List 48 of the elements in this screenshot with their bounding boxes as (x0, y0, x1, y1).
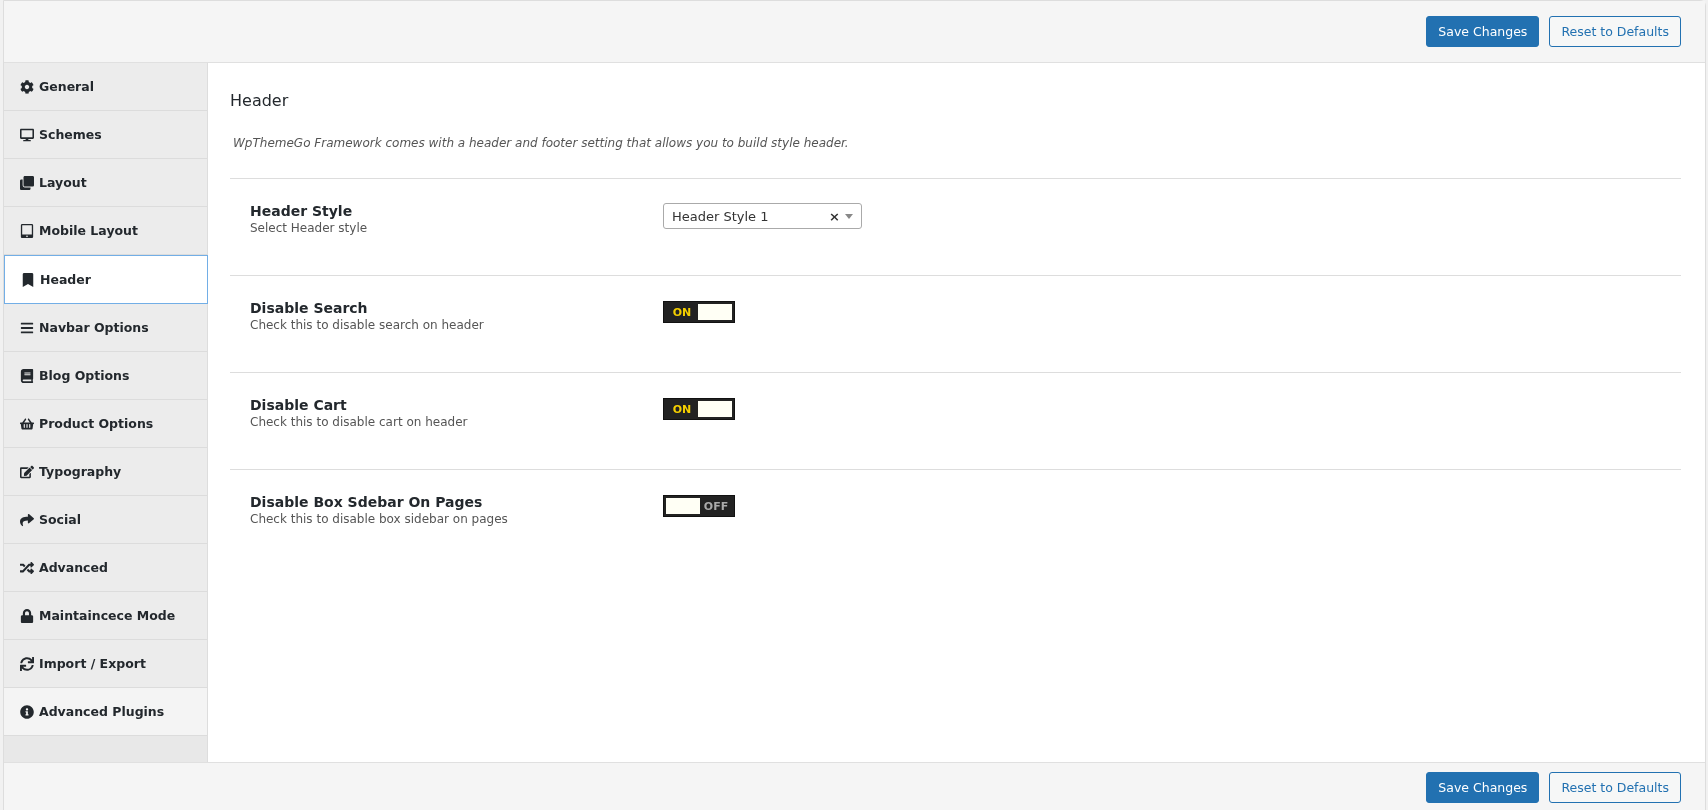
setting-hint: Check this to disable search on header (250, 318, 485, 332)
setting-label: Disable Box Sdebar On Pages (250, 494, 484, 510)
shuffle-icon (20, 560, 34, 575)
sidebar-item[interactable]: Header (4, 255, 208, 304)
bookmark-icon (21, 272, 35, 287)
sync-icon (20, 656, 34, 671)
section-description: WpThemeGo Framework comes with a header and footer setting that allows you to build style header. (233, 136, 850, 150)
monitor-icon (20, 127, 34, 142)
sidebar-item[interactable]: Blog Options (4, 352, 207, 400)
setting-label: Disable Search (250, 300, 369, 316)
share-icon (20, 512, 34, 527)
toggle-switch[interactable]: ON (663, 398, 735, 420)
reset-button[interactable]: Reset to Defaults (1549, 771, 1681, 803)
setting-label: Header Style (250, 203, 354, 219)
reset-button[interactable]: Reset to Defaults (1549, 16, 1681, 47)
save-button[interactable]: Save Changes (1426, 16, 1540, 47)
toggle-switch[interactable]: ON (663, 301, 735, 323)
clear-icon[interactable]: × (829, 208, 840, 224)
copy-icon (20, 175, 34, 190)
lock-icon (20, 608, 34, 623)
sidebar-item[interactable]: Maintaincece Mode (4, 592, 207, 640)
caret-icon (845, 213, 853, 219)
section-title: Header (230, 91, 290, 110)
setting-hint: Select Header style (250, 221, 369, 235)
tablet-icon (20, 223, 34, 238)
sidebar-item[interactable]: Advanced Plugins (4, 688, 207, 736)
info-icon (20, 704, 34, 719)
setting-hint: Check this to disable box sidebar on pages (250, 512, 509, 526)
sidebar-item[interactable]: Product Options (4, 400, 207, 448)
basket-icon (20, 416, 34, 431)
toggle-switch[interactable]: OFF (663, 495, 735, 517)
sidebar-item[interactable]: Schemes (4, 111, 207, 159)
save-button[interactable]: Save Changes (1426, 771, 1540, 803)
menu-icon (20, 320, 34, 335)
book-icon (20, 368, 34, 383)
sidebar-item[interactable]: Social (4, 496, 207, 544)
sidebar-item[interactable]: Typography (4, 448, 207, 496)
sidebar-item[interactable]: Mobile Layout (4, 207, 207, 255)
select-field[interactable]: Header Style 1 × (663, 203, 862, 229)
edit-icon (20, 464, 34, 479)
sidebar-item[interactable]: Navbar Options (4, 304, 207, 352)
sidebar-item[interactable]: Advanced (4, 544, 207, 592)
sidebar-item[interactable]: Import / Export (4, 640, 207, 688)
setting-hint: Check this to disable cart on header (250, 415, 469, 429)
sidebar-item[interactable]: General (4, 63, 207, 111)
setting-label: Disable Cart (250, 397, 348, 413)
gear-icon (20, 79, 34, 94)
sidebar-item[interactable]: Layout (4, 159, 207, 207)
